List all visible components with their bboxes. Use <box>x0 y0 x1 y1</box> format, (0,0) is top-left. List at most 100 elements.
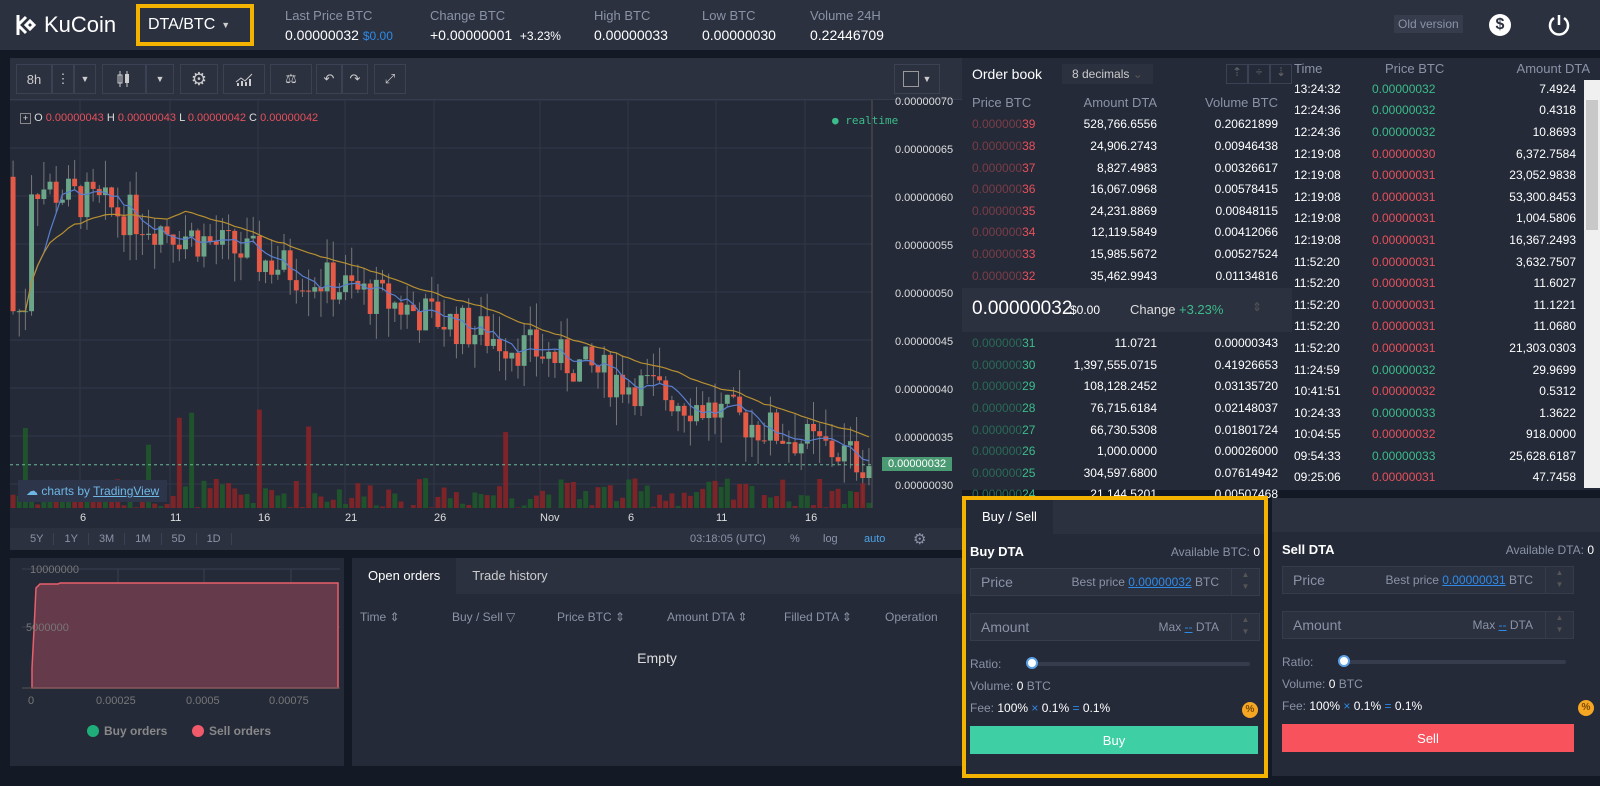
kucoin-logo[interactable]: KuCoin <box>14 12 116 38</box>
price-stepper[interactable]: ▲ ▼ <box>1231 569 1259 595</box>
auto-toggle[interactable]: auto <box>864 533 885 545</box>
col-amount[interactable]: Amount DTA ⇕ <box>667 610 748 624</box>
candle-body <box>687 415 693 422</box>
interval-button[interactable]: 8h <box>16 64 52 94</box>
redo-icon[interactable]: ↷ <box>342 64 368 94</box>
percent-toggle[interactable]: % <box>790 533 800 545</box>
compare-scale-icon[interactable]: ⚖ <box>270 64 312 94</box>
dollar-icon[interactable]: $ <box>1489 14 1511 36</box>
old-version-button[interactable]: Old version <box>1394 15 1463 33</box>
buy-amount-input[interactable]: Amount Max -- DTA ▲ ▼ <box>970 613 1260 641</box>
sell-price-input[interactable]: Price Best price 0.00000031 BTC ▲ ▼ <box>1282 566 1574 594</box>
ask-row[interactable]: 0.00000033 15,985.5672 0.00527524 <box>962 243 1292 265</box>
max-link[interactable]: -- <box>1499 618 1507 632</box>
ask-row[interactable]: 0.00000038 24,906.2743 0.00946438 <box>962 135 1292 157</box>
range-button[interactable]: 1Y <box>54 533 89 545</box>
col-buy-sell[interactable]: Buy / Sell ▽ <box>452 610 515 624</box>
sell-button[interactable]: Sell <box>1282 724 1574 752</box>
tab-open-orders[interactable]: Open orders <box>352 558 457 594</box>
slider-knob[interactable] <box>1026 657 1038 669</box>
buy-price-input[interactable]: Price Best price 0.00000032 BTC ▲ ▼ <box>970 568 1260 596</box>
indicators-icon[interactable] <box>223 64 265 94</box>
last-price: 0.00000032 <box>972 298 1073 320</box>
discount-badge-icon[interactable]: % <box>1242 702 1258 718</box>
chart-type-dropdown-icon[interactable]: ▼ <box>146 64 174 94</box>
range-button[interactable]: 1D <box>197 533 232 545</box>
trade-row: 12:24:36 0.00000032 10.8693 <box>1292 121 1600 143</box>
bid-row[interactable]: 0.00000026 1,000.0000 0.00026000 <box>962 440 1292 462</box>
bid-row[interactable]: 0.00000027 66,730.5308 0.01801724 <box>962 419 1292 441</box>
chart-plot-area[interactable]: + O 0.00000043 H 0.00000043 L 0.00000042… <box>10 96 962 550</box>
interval-dropdown-icon[interactable]: ▼ <box>74 64 96 94</box>
range-button[interactable]: 5Y <box>20 533 55 545</box>
ask-row[interactable]: 0.00000037 8,827.4983 0.00326617 <box>962 157 1292 179</box>
order-price: 0.00000038 <box>972 139 1035 153</box>
bid-row[interactable]: 0.00000028 76,715.6184 0.02148037 <box>962 397 1292 419</box>
candlestick-icon[interactable] <box>102 64 146 94</box>
tab-trade-history[interactable]: Trade history <box>456 558 563 594</box>
ask-row[interactable]: 0.00000034 12,119.5849 0.00412066 <box>962 222 1292 244</box>
amount-unit: DTA <box>1509 618 1533 632</box>
ask-row[interactable]: 0.00000039 528,766.6556 0.20621899 <box>962 114 1292 136</box>
scrollbar-thumb[interactable] <box>1586 100 1598 230</box>
ask-row[interactable]: 0.00000035 24,231.8869 0.00848115 <box>962 200 1292 222</box>
time-axis[interactable]: 6 11 16 21 26 Nov 6 11 16 <box>10 508 890 530</box>
range-button[interactable]: 3M <box>89 533 126 545</box>
decimals-dropdown[interactable]: 8 decimals ⌄ <box>1062 64 1153 84</box>
candle-body <box>663 380 669 401</box>
amount-stepper[interactable]: ▲ ▼ <box>1545 612 1573 638</box>
ask-row[interactable]: 0.00000036 16,067.0968 0.00578415 <box>962 178 1292 200</box>
gear-icon[interactable]: ⚙ <box>180 64 218 94</box>
amount-stepper[interactable]: ▲ ▼ <box>1231 614 1259 640</box>
undo-icon[interactable]: ↶ <box>316 64 342 94</box>
range-button[interactable]: 5D <box>162 533 197 545</box>
col-volume: Volume BTC <box>1205 95 1278 111</box>
best-price-link[interactable]: 0.00000032 <box>1128 575 1191 589</box>
max-link[interactable]: -- <box>1185 620 1193 634</box>
tradingview-link[interactable]: TradingView <box>93 484 159 498</box>
candle-body <box>792 442 798 454</box>
trade-row: 12:19:08 0.00000031 1,004.5806 <box>1292 208 1600 230</box>
screenshot-dropdown[interactable]: ▼ <box>894 64 940 94</box>
sell-amount-input[interactable]: Amount Max -- DTA ▲ ▼ <box>1282 611 1574 639</box>
equals-icon: = <box>1384 699 1392 713</box>
ask-row[interactable]: 0.00000032 35,462.9943 0.01134816 <box>962 265 1292 287</box>
more-vertical-icon[interactable]: ⋮ <box>52 64 74 94</box>
sell-ratio-slider[interactable] <box>1338 655 1566 667</box>
discount-badge-icon[interactable]: % <box>1578 700 1594 716</box>
gear-icon[interactable]: ⚙ <box>913 530 926 548</box>
pair-selector[interactable]: DTA/BTC ▼ <box>136 4 254 46</box>
sell-orders-legend[interactable]: Sell orders <box>209 724 271 738</box>
tradingview-attribution[interactable]: ☁ charts by TradingView <box>18 480 168 502</box>
tab-buy-sell[interactable]: Buy / Sell <box>966 500 1053 534</box>
col-filled[interactable]: Filled DTA ⇕ <box>784 610 852 624</box>
bid-row[interactable]: 0.00000025 304,597.6800 0.07614942 <box>962 462 1292 484</box>
order-book-panel: Order book 8 decimals ⌄ ⇡ ÷ ⇣ Price BTC … <box>962 58 1292 501</box>
buy-ratio-slider[interactable] <box>1026 657 1250 669</box>
range-button[interactable]: 1M <box>125 533 162 545</box>
price-prefix: 0.000000 <box>972 400 1023 415</box>
buy-orders-legend[interactable]: Buy orders <box>104 724 168 738</box>
bid-row[interactable]: 0.00000031 11.0721 0.00000343 <box>962 332 1292 354</box>
buy-button[interactable]: Buy <box>970 726 1258 754</box>
bid-row[interactable]: 0.00000029 108,128.2452 0.03135720 <box>962 376 1292 398</box>
power-icon[interactable] <box>1546 12 1572 38</box>
show-bids-icon[interactable]: ⇣ <box>1270 64 1292 84</box>
slider-knob[interactable] <box>1338 655 1350 667</box>
sort-icon[interactable]: ⇕ <box>1252 300 1262 314</box>
best-price-link[interactable]: 0.00000031 <box>1442 573 1505 587</box>
bid-row[interactable]: 0.00000030 1,397,555.0715 0.41926653 <box>962 354 1292 376</box>
show-asks-icon[interactable]: ⇡ <box>1226 64 1248 84</box>
show-both-icon[interactable]: ÷ <box>1248 64 1270 84</box>
price-prefix: 0.000000 <box>972 422 1023 437</box>
scrollbar[interactable] <box>1584 80 1600 488</box>
col-time[interactable]: Time ⇕ <box>360 610 400 624</box>
expand-icon[interactable]: + <box>20 112 31 124</box>
volume-bar <box>226 483 232 508</box>
fullscreen-icon[interactable]: ⤢ <box>374 64 406 94</box>
log-toggle[interactable]: log <box>823 533 838 545</box>
volume-bar <box>669 493 675 508</box>
col-price[interactable]: Price BTC ⇕ <box>557 610 625 624</box>
best-price-hint: Best price 0.00000032 BTC <box>1072 575 1219 589</box>
price-stepper[interactable]: ▲ ▼ <box>1545 567 1573 593</box>
